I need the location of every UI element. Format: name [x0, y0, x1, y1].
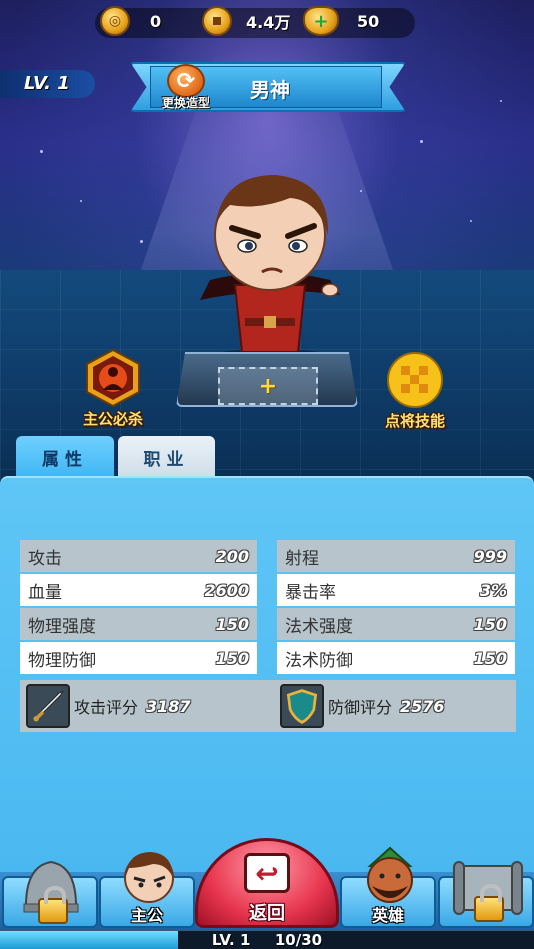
stat-value: 150	[473, 614, 507, 634]
lord-portrait-icon	[124, 852, 174, 903]
copper-value: 4.4万	[246, 13, 291, 32]
stat-label: 血量	[28, 582, 62, 603]
nav-heroes[interactable]: 英雄	[340, 846, 436, 928]
nav-heroes-label: 英雄	[371, 906, 404, 925]
attack-score-label: 攻击评分	[74, 698, 139, 717]
shield-icon	[280, 684, 324, 728]
stat-label: 射程	[285, 548, 319, 569]
exp-bar: LV. 1 10/30	[0, 930, 534, 949]
nav-lord-label: 主公	[130, 906, 163, 925]
gold-ingot-icon: ◎	[100, 6, 130, 36]
general-skill-label: 点将技能	[384, 412, 445, 430]
copper-coin-icon	[202, 6, 232, 36]
exp-text: LV. 1 10/30	[0, 931, 534, 949]
stat-label: 暴击率	[285, 582, 336, 603]
general-skill-button[interactable]: 点将技能	[370, 350, 460, 431]
lock-icon	[474, 884, 504, 922]
yuanbao-resource[interactable]: + 50	[303, 6, 379, 36]
yuanbao-add-icon[interactable]: +	[303, 6, 339, 36]
defense-score: 防御评分 2576	[280, 684, 445, 728]
stat-value: 150	[215, 648, 249, 668]
return-label: 返回	[249, 903, 285, 924]
stat-label: 攻击	[28, 548, 62, 569]
gold-resource[interactable]: ◎ 0	[100, 6, 161, 36]
stat-label: 法术防御	[285, 650, 353, 671]
stats-panel	[0, 476, 534, 876]
hero-character	[200, 175, 340, 360]
copper-resource[interactable]: 4.4万	[202, 6, 290, 36]
change-look-button[interactable]: ⟳ 更换造型	[157, 64, 215, 112]
stat-label: 法术强度	[285, 616, 353, 637]
lord-ultimate-label: 主公必杀	[82, 410, 143, 428]
heroes-portrait-icon	[367, 846, 413, 903]
stat-value: 200	[215, 546, 249, 566]
nav-locked-slot-2[interactable]	[438, 861, 534, 928]
nav-lord[interactable]: 主公	[99, 852, 195, 928]
hero-name: 男神	[250, 78, 290, 102]
change-look-label: 更换造型	[161, 96, 210, 110]
defense-score-label: 防御评分	[328, 698, 393, 717]
stat-value: 2600	[204, 580, 249, 600]
return-arrow-icon: ↩	[244, 853, 290, 893]
general-skill-icon	[387, 352, 443, 408]
attack-score: 攻击评分 3187	[26, 684, 191, 728]
add-slot-button[interactable]: +	[218, 367, 318, 405]
exp-level: LV. 1	[211, 931, 251, 949]
attack-score-value: 3187	[146, 696, 191, 716]
defense-score-value: 2576	[400, 696, 445, 716]
lord-ultimate-button[interactable]: 主公必杀	[68, 348, 158, 429]
stat-value: 3%	[479, 580, 507, 600]
stat-value: 999	[473, 546, 507, 566]
sword-icon	[26, 684, 70, 728]
yuanbao-value: 50	[357, 11, 380, 31]
lord-ultimate-icon	[86, 348, 140, 408]
nav-locked-slot-1[interactable]	[2, 860, 98, 928]
stat-row: 射程 999	[277, 540, 515, 572]
stat-label: 物理强度	[28, 616, 96, 637]
stat-row: 法术防御 150	[277, 642, 515, 674]
plus-icon: +	[258, 373, 278, 399]
lock-icon	[38, 886, 68, 924]
level-badge: LV. 1	[0, 70, 95, 98]
stat-row: 物理防御 150	[20, 642, 257, 674]
exp-progress: 10/30	[274, 931, 323, 949]
stat-row: 攻击 200	[20, 540, 257, 572]
stat-label: 物理防御	[28, 650, 96, 671]
stat-row: 法术强度 150	[277, 608, 515, 640]
tab-attributes[interactable]: 属性	[16, 436, 114, 478]
gold-value: 0	[150, 11, 162, 31]
stat-value: 150	[473, 648, 507, 668]
refresh-icon: ⟳	[167, 64, 205, 98]
stat-row: 物理强度 150	[20, 608, 257, 640]
tab-profession[interactable]: 职业	[118, 436, 215, 478]
stat-row: 暴击率 3%	[277, 574, 515, 606]
stat-row: 血量 2600	[20, 574, 257, 606]
stat-value: 150	[215, 614, 249, 634]
